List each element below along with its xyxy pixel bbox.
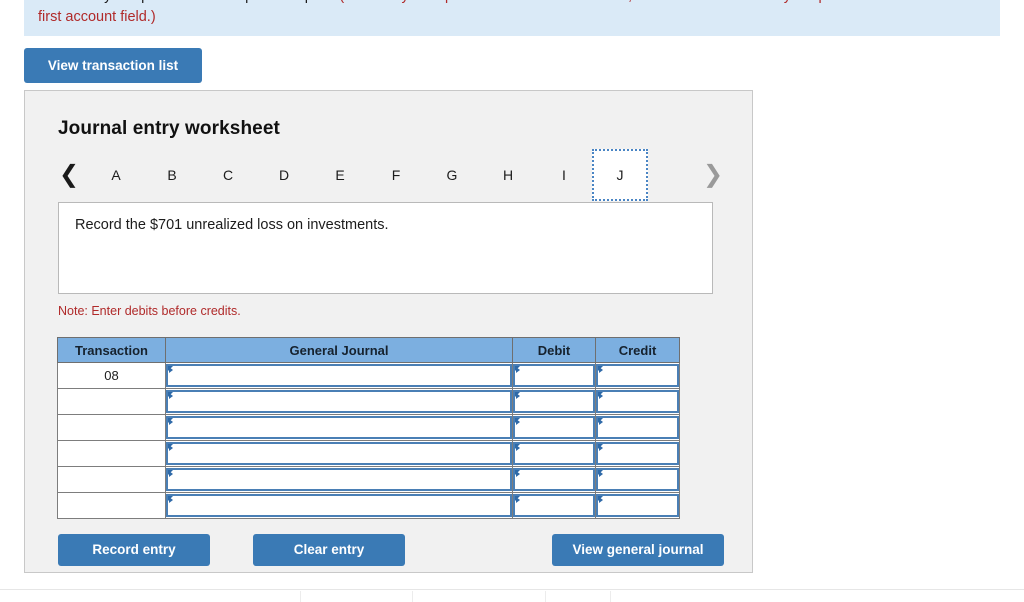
credit-input-cell bbox=[595, 388, 680, 415]
general-journal-input[interactable] bbox=[166, 494, 512, 517]
journal-table-row bbox=[57, 388, 680, 415]
view-transaction-list-button[interactable]: View transaction list bbox=[24, 48, 202, 83]
debit-input-cell bbox=[512, 388, 596, 415]
debits-before-credits-note: Note: Enter debits before credits. bbox=[58, 304, 241, 318]
credit-input-cell bbox=[595, 466, 680, 493]
instruction-hint-part-2: first account field.) bbox=[38, 9, 156, 26]
column-header-debit: Debit bbox=[512, 337, 596, 363]
journal-entry-table: Transaction General Journal Debit Credit… bbox=[57, 337, 680, 519]
worksheet-tab-h[interactable]: H bbox=[480, 153, 536, 197]
footer-column-separator bbox=[610, 591, 611, 602]
debit-input-cell bbox=[512, 362, 596, 389]
transaction-cell bbox=[57, 440, 166, 467]
credit-input-cell bbox=[595, 440, 680, 467]
journal-table-row bbox=[57, 492, 680, 519]
transaction-cell bbox=[57, 492, 166, 519]
general-journal-input[interactable] bbox=[166, 416, 512, 439]
credit-input[interactable] bbox=[596, 364, 679, 387]
transaction-description-box: Record the $701 unrealized loss on inves… bbox=[58, 202, 713, 294]
credit-input-cell bbox=[595, 362, 680, 389]
credit-input[interactable] bbox=[596, 390, 679, 413]
page-footer-table-edge bbox=[0, 589, 1024, 602]
view-general-journal-button[interactable]: View general journal bbox=[552, 534, 724, 566]
general-journal-input-cell bbox=[165, 466, 513, 493]
chevron-left-icon[interactable]: ❮ bbox=[58, 161, 80, 187]
column-header-transaction: Transaction bbox=[57, 337, 166, 363]
general-journal-input-cell bbox=[165, 414, 513, 441]
general-journal-input[interactable] bbox=[166, 468, 512, 491]
credit-input[interactable] bbox=[596, 442, 679, 465]
column-header-general-journal: General Journal bbox=[165, 337, 513, 363]
general-journal-input[interactable] bbox=[166, 390, 512, 413]
column-header-credit: Credit bbox=[595, 337, 680, 363]
credit-input[interactable] bbox=[596, 494, 679, 517]
general-journal-input[interactable] bbox=[166, 442, 512, 465]
worksheet-tab-c[interactable]: C bbox=[200, 153, 256, 197]
worksheet-tab-e[interactable]: E bbox=[312, 153, 368, 197]
debit-input[interactable] bbox=[513, 468, 595, 491]
journal-entry-worksheet-panel: Journal entry worksheet ❮ ABCDEFGHIJ ❯ R… bbox=[24, 90, 753, 573]
credit-input-cell bbox=[595, 414, 680, 441]
worksheet-tab-g[interactable]: G bbox=[424, 153, 480, 197]
debit-input[interactable] bbox=[513, 364, 595, 387]
general-journal-input-cell bbox=[165, 440, 513, 467]
worksheet-title: Journal entry worksheet bbox=[58, 118, 280, 139]
debit-input-cell bbox=[512, 414, 596, 441]
credit-input[interactable] bbox=[596, 468, 679, 491]
general-journal-input[interactable] bbox=[166, 364, 512, 387]
debit-input-cell bbox=[512, 466, 596, 493]
journal-table-row: 08 bbox=[57, 362, 680, 389]
chevron-right-icon[interactable]: ❯ bbox=[702, 161, 724, 187]
debit-input-cell bbox=[512, 492, 596, 519]
transaction-cell bbox=[57, 466, 166, 493]
worksheet-tab-a[interactable]: A bbox=[88, 153, 144, 197]
clear-entry-button[interactable]: Clear entry bbox=[253, 534, 405, 566]
worksheet-tab-strip: ❮ ABCDEFGHIJ ❯ bbox=[58, 149, 724, 201]
general-journal-input-cell bbox=[165, 492, 513, 519]
debit-input-cell bbox=[512, 440, 596, 467]
transaction-description-text: Record the $701 unrealized loss on inves… bbox=[75, 217, 389, 233]
instruction-hint-part-1: (If no entry is required for a transacti… bbox=[339, 0, 898, 4]
transaction-cell bbox=[57, 414, 166, 441]
credit-input-cell bbox=[595, 492, 680, 519]
worksheet-tab-d[interactable]: D bbox=[256, 153, 312, 197]
footer-column-separator bbox=[412, 591, 413, 602]
footer-column-separator bbox=[300, 591, 301, 602]
debit-input[interactable] bbox=[513, 416, 595, 439]
journal-table-row bbox=[57, 414, 680, 441]
worksheet-tab-f[interactable]: F bbox=[368, 153, 424, 197]
journal-table-header-row: Transaction General Journal Debit Credit bbox=[57, 337, 680, 363]
general-journal-input-cell bbox=[165, 362, 513, 389]
general-journal-input-cell bbox=[165, 388, 513, 415]
footer-column-separator bbox=[545, 591, 546, 602]
instruction-banner: Community Hospital is a not-for-profit h… bbox=[24, 0, 1000, 37]
worksheet-tab-b[interactable]: B bbox=[144, 153, 200, 197]
journal-table-row bbox=[57, 466, 680, 493]
debit-input[interactable] bbox=[513, 494, 595, 517]
worksheet-tab-i[interactable]: I bbox=[536, 153, 592, 197]
worksheet-tab-j[interactable]: J bbox=[592, 149, 648, 201]
transaction-cell: 08 bbox=[57, 362, 166, 389]
debit-input[interactable] bbox=[513, 390, 595, 413]
instruction-line-1: Community Hospital is a not-for-profit h… bbox=[38, 0, 986, 7]
debit-input[interactable] bbox=[513, 442, 595, 465]
transaction-cell bbox=[57, 388, 166, 415]
journal-table-row bbox=[57, 440, 680, 467]
credit-input[interactable] bbox=[596, 416, 679, 439]
instruction-text: Community Hospital is a not-for-profit h… bbox=[38, 0, 335, 4]
record-entry-button[interactable]: Record entry bbox=[58, 534, 210, 566]
